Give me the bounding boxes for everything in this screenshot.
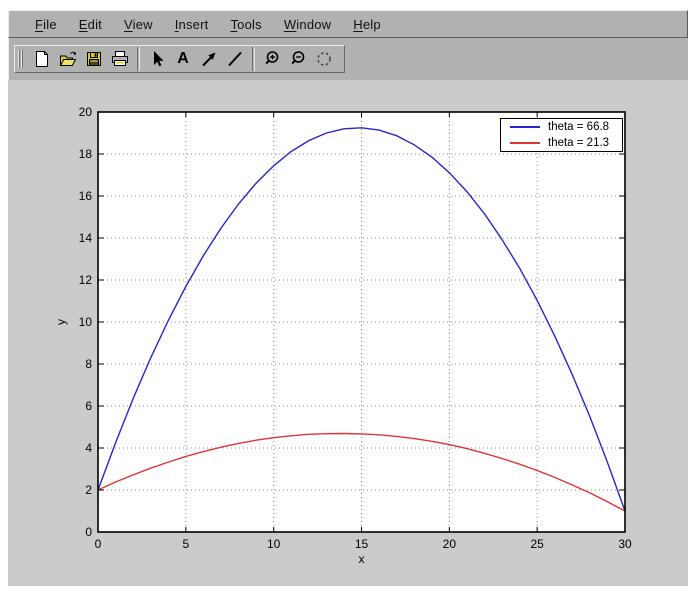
legend-entry-blue: theta = 66.8 [501, 121, 622, 134]
y-tick-label: 18 [79, 147, 93, 161]
y-tick-label: 10 [79, 315, 93, 329]
x-tick-label: 0 [95, 537, 102, 551]
toolbar-grip[interactable] [18, 50, 24, 68]
rotate-tool-button[interactable] [311, 47, 337, 71]
toolbar-separator [137, 47, 140, 71]
legend[interactable]: theta = 66.8 theta = 21.3 [500, 118, 623, 152]
arrow-tool-button[interactable] [196, 47, 222, 71]
menu-label-rest: elp [362, 16, 381, 32]
toolbar: A [8, 38, 688, 80]
x-tick-label: 10 [267, 537, 281, 551]
menu-item-file[interactable]: File [24, 13, 68, 36]
legend-line-sample-red [510, 142, 540, 144]
toolbar-separator [252, 47, 255, 71]
x-axis-label: x [359, 552, 365, 566]
menu-item-window[interactable]: Window [273, 13, 342, 36]
line-tool-button[interactable] [222, 47, 248, 71]
new-figure-button[interactable] [29, 47, 55, 71]
legend-label: theta = 66.8 [548, 121, 610, 133]
line-icon [228, 51, 242, 67]
menu-mnemonic: F [35, 16, 44, 32]
open-folder-icon [59, 51, 77, 66]
open-file-button[interactable] [55, 47, 81, 71]
legend-entry-red: theta = 21.3 [501, 137, 622, 150]
menu-mnemonic: E [78, 16, 88, 32]
y-axis-label: y [54, 319, 68, 325]
y-tick-label: 0 [85, 525, 92, 539]
pointer-tool-button[interactable] [144, 47, 170, 71]
x-tick-label: 5 [182, 537, 189, 551]
print-icon [112, 51, 128, 66]
menu-label-rest: indow [296, 16, 332, 32]
zoom-out-icon [291, 51, 305, 65]
zoom-in-tool-button[interactable] [259, 47, 285, 71]
screen: { "window": { "chrome_color": "#b1b1b1",… [0, 0, 700, 595]
y-tick-label: 4 [85, 441, 92, 455]
save-figure-button[interactable] [81, 47, 107, 71]
menu-label-rest: iew [132, 16, 153, 32]
y-tick-label: 20 [79, 105, 93, 119]
x-tick-label: 15 [355, 537, 369, 551]
save-floppy-icon [87, 52, 101, 66]
zoom-out-tool-button[interactable] [285, 47, 311, 71]
menu-mnemonic: W [283, 16, 297, 32]
x-tick-label: 30 [618, 537, 632, 551]
figure-window: File Edit View Insert Tools Window Help [8, 10, 688, 586]
menu-mnemonic: V [123, 16, 133, 32]
x-tick-label: 25 [530, 537, 544, 551]
y-tick-label: 14 [79, 231, 93, 245]
zoom-in-icon [265, 51, 279, 65]
menu-item-view[interactable]: View [113, 13, 164, 36]
toolbar-button-group: A [14, 45, 345, 73]
chart-canvas: 0 5 10 15 20 25 30 0 2 4 6 8 10 12 14 16 18 20 x y [54, 105, 632, 566]
menu-mnemonic: H [353, 16, 363, 32]
menu-item-help[interactable]: Help [342, 13, 392, 36]
text-a-icon: A [177, 50, 189, 67]
legend-line-sample-blue [510, 126, 540, 128]
menu-item-insert[interactable]: Insert [164, 13, 220, 36]
rotate-3d-icon [317, 52, 331, 66]
menu-bar: File Edit View Insert Tools Window Help [8, 10, 688, 38]
pointer-arrow-icon [154, 51, 164, 67]
x-tick-label: 20 [443, 537, 457, 551]
legend-label: theta = 21.3 [548, 137, 610, 149]
menu-label-rest: nsert [178, 16, 209, 32]
y-tick-label: 6 [85, 399, 92, 413]
text-tool-button[interactable]: A [170, 47, 196, 71]
y-tick-label: 2 [85, 483, 92, 497]
y-tick-label: 8 [85, 357, 92, 371]
menu-label-rest: dit [87, 16, 102, 32]
figure-canvas: 0 5 10 15 20 25 30 0 2 4 6 8 10 12 14 16 18 20 x y theta = … [8, 80, 688, 586]
y-tick-label: 12 [79, 273, 93, 287]
menu-label-rest: ile [43, 16, 57, 32]
menu-item-tools[interactable]: Tools [219, 13, 272, 36]
menu-item-edit[interactable]: Edit [68, 13, 113, 36]
y-tick-label: 16 [79, 189, 93, 203]
print-figure-button[interactable] [107, 47, 133, 71]
menu-label-rest: ools [237, 16, 262, 32]
new-document-icon [36, 51, 48, 67]
arrow-ne-icon [202, 52, 216, 67]
